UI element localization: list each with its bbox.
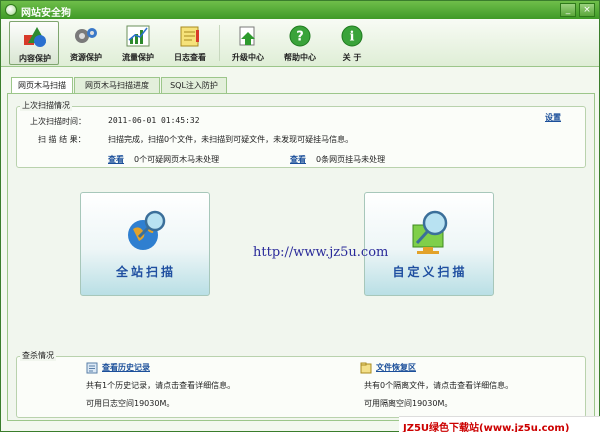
info-icon: i: [341, 25, 363, 47]
shapes-icon: [24, 27, 46, 47]
title-bar: 网站安全狗 _ ×: [1, 1, 599, 19]
log-space-text: 可用日志空间19030M。: [86, 399, 175, 408]
app-logo-icon: [5, 4, 17, 16]
file-restore-icon: [360, 362, 372, 374]
scan-result-label: 扫 描 结 果：: [38, 135, 86, 144]
footer-brand-bar: JZ5U绿色下载站(www.jz5u.com): [399, 416, 600, 432]
view-hanging-trojans-link[interactable]: 查看: [290, 154, 306, 165]
toolbar-log-view-button[interactable]: 日志查看: [165, 21, 215, 65]
history-icon: [86, 362, 98, 374]
toolbar-upgrade-center-button[interactable]: 升级中心: [223, 21, 273, 65]
toolbar-label: 关 于: [342, 53, 362, 62]
toolbar-content-protect-button[interactable]: 内容保护: [9, 21, 59, 65]
gears-icon: [75, 28, 97, 43]
toolbar-traffic-protect-button[interactable]: 流量保护: [113, 21, 163, 65]
history-count-text: 共有1个历史记录，请点击查看详细信息。: [86, 381, 236, 390]
custom-scan-label: 自定义扫描: [392, 265, 468, 279]
app-window: 网站安全狗 _ × 内容保护 资源保护 流量保护 日志查看 升级中心 ? 帮助中…: [0, 0, 600, 432]
tab-sql-injection[interactable]: SQL注入防护: [161, 77, 227, 93]
custom-scan-button[interactable]: 自定义扫描: [364, 192, 494, 296]
toolbar-label: 升级中心: [232, 53, 264, 62]
settings-link[interactable]: 设置: [545, 112, 561, 123]
help-icon: ?: [289, 25, 311, 47]
last-scan-group-title: 上次扫描情况: [20, 100, 72, 111]
file-restore-link[interactable]: 文件恢复区: [376, 362, 416, 373]
toolbar-label: 内容保护: [19, 54, 51, 63]
toolbar: 内容保护 资源保护 流量保护 日志查看 升级中心 ? 帮助中心 i 关 于: [1, 19, 599, 67]
scan-time-value: 2011-06-01 01:45:32: [108, 116, 200, 125]
svg-text:i: i: [350, 30, 355, 45]
toolbar-separator: [219, 25, 220, 61]
close-button[interactable]: ×: [579, 3, 595, 17]
tab-scan-progress[interactable]: 网页木马扫描进度: [74, 77, 160, 93]
toolbar-label: 流量保护: [122, 53, 154, 62]
computer-scan-icon: [412, 210, 448, 254]
toolbar-resource-protect-button[interactable]: 资源保护: [61, 21, 111, 65]
window-title: 网站安全狗: [21, 8, 71, 19]
quarantine-count-text: 共有0个隔离文件，请点击查看详细信息。: [364, 381, 514, 390]
kill-status-group-title: 查杀情况: [20, 350, 56, 361]
scan-time-label: 上次扫描时间：: [30, 117, 86, 126]
hanging-trojans-text: 0条网页挂马未处理: [316, 155, 386, 164]
minimize-button[interactable]: _: [560, 3, 576, 17]
notebook-icon: [180, 26, 199, 47]
quarantine-space-text: 可用隔离空间19030M。: [364, 399, 453, 408]
toolbar-label: 帮助中心: [284, 53, 316, 62]
tab-trojan-scan[interactable]: 网页木马扫描: [11, 77, 73, 94]
watermark-url: http://www.jz5u.com: [253, 245, 389, 260]
suspicious-trojans-text: 0个可疑网页木马未处理: [134, 155, 220, 164]
view-history-link[interactable]: 查看历史记录: [102, 362, 150, 373]
svg-text:?: ?: [296, 30, 304, 45]
toolbar-label: 日志查看: [174, 53, 206, 62]
toolbar-about-button[interactable]: i 关 于: [327, 21, 377, 65]
full-site-scan-button[interactable]: 全站扫描: [80, 192, 210, 296]
scan-result-value: 扫描完成，扫描0个文件，未扫描到可疑文件，未发现可疑挂马信息。: [108, 135, 354, 144]
footer-brand-text: JZ5U绿色下载站(www.jz5u.com): [403, 423, 570, 432]
chart-icon: [126, 25, 150, 47]
globe-scan-icon: [128, 210, 166, 250]
toolbar-help-center-button[interactable]: ? 帮助中心: [275, 21, 325, 65]
upgrade-icon: [239, 26, 255, 46]
toolbar-label: 资源保护: [70, 53, 102, 62]
view-suspicious-trojans-link[interactable]: 查看: [108, 154, 124, 165]
full-site-scan-label: 全站扫描: [115, 265, 176, 279]
